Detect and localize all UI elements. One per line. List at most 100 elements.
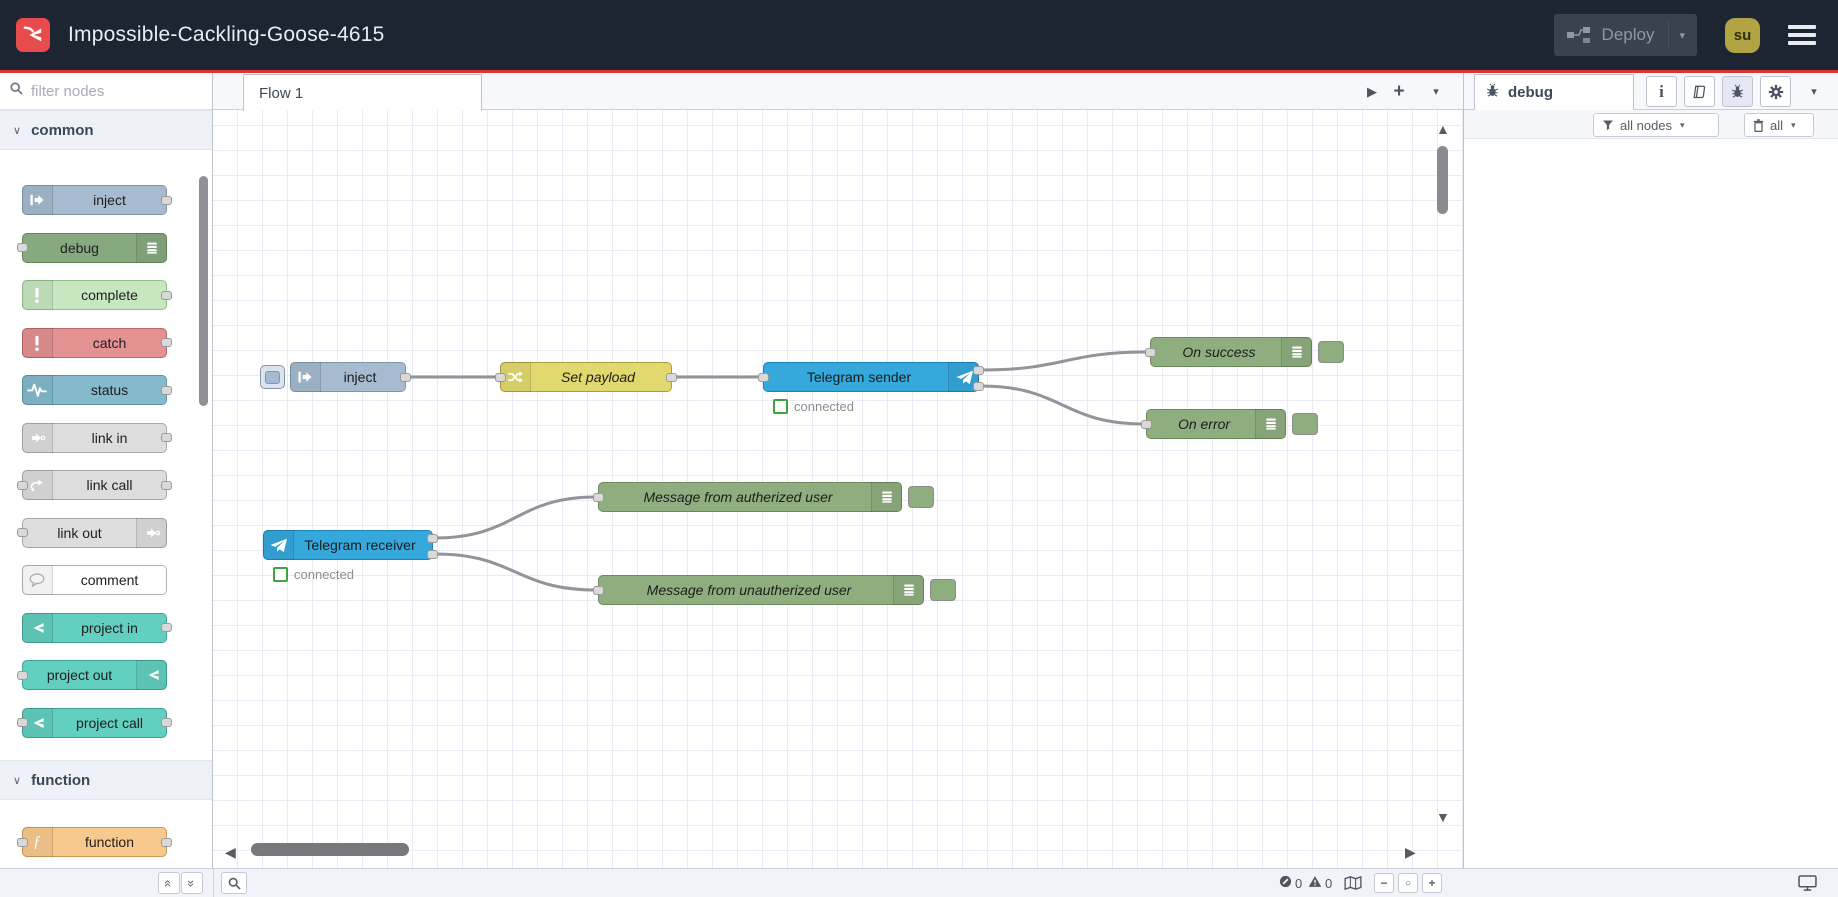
input-port[interactable] (17, 480, 28, 490)
output-port-1[interactable] (973, 365, 984, 375)
vertical-scrollbar[interactable] (1437, 146, 1448, 214)
debug-toggle-button[interactable] (1292, 413, 1318, 435)
footer: « » 0 0 − ○ + (0, 868, 1838, 897)
palette-collapse-all-button[interactable]: « (158, 872, 180, 894)
output-port[interactable] (161, 385, 172, 395)
flow-node-on-error[interactable]: On error (1141, 409, 1286, 439)
flow-node-msg-unauthorized[interactable]: Message from unautherized user (593, 575, 924, 605)
main-menu-button[interactable] (1788, 25, 1816, 45)
fullscreen-monitor-icon[interactable] (1798, 875, 1817, 896)
palette-node-catch[interactable]: catch (22, 327, 172, 358)
input-port[interactable] (17, 528, 28, 537)
input-port[interactable] (1141, 419, 1152, 429)
zoom-reset-button[interactable]: ○ (1398, 873, 1418, 893)
user-avatar[interactable]: su (1725, 17, 1760, 53)
input-port[interactable] (17, 837, 28, 847)
debug-toggle-button[interactable] (930, 579, 956, 601)
wire[interactable] (434, 552, 597, 592)
scroll-left-icon[interactable]: ◀ (225, 845, 236, 859)
zoom-out-button[interactable]: − (1374, 873, 1394, 893)
output-port[interactable] (666, 372, 677, 382)
input-port[interactable] (17, 718, 28, 727)
inject-button[interactable] (260, 365, 285, 389)
output-port[interactable] (161, 480, 172, 490)
logo-icon (23, 26, 42, 42)
page-title: Impossible-Cackling-Goose-4615 (68, 23, 385, 46)
input-port[interactable] (593, 492, 604, 502)
output-port-2[interactable] (973, 381, 984, 391)
deploy-dropdown-icon[interactable]: ▾ (1679, 29, 1685, 42)
tab-flow-1[interactable]: Flow 1 (243, 74, 482, 111)
tab-scroll-right-icon[interactable]: ▶ (1361, 73, 1383, 110)
flow-node-on-success[interactable]: On success (1145, 337, 1312, 367)
wire[interactable] (980, 384, 1145, 426)
config-tab-button[interactable] (1760, 76, 1791, 107)
flow-node-msg-authorized[interactable]: Message from autherized user (593, 482, 902, 512)
flow-list-dropdown-icon[interactable]: ▾ (1425, 73, 1447, 110)
debug-toggle-button[interactable] (1318, 341, 1344, 363)
palette-search[interactable]: filter nodes (0, 73, 212, 110)
flow-canvas[interactable]: inject Set payload Telegram sender connecte… (213, 110, 1463, 868)
palette-node-link-out[interactable]: link out (17, 517, 167, 548)
input-port[interactable] (758, 372, 769, 382)
palette-node-debug[interactable]: debug (17, 232, 167, 263)
input-port[interactable] (17, 243, 28, 252)
search-flows-button[interactable] (221, 872, 247, 894)
output-port[interactable] (400, 372, 411, 382)
palette-category-function[interactable]: ∨ function (0, 760, 212, 800)
palette-node-link-in[interactable]: link in (22, 422, 172, 453)
palette-node-status[interactable]: status (22, 375, 172, 405)
flow-node-set-payload[interactable]: Set payload (495, 362, 677, 392)
debug-clear-button[interactable]: all ▾ (1744, 113, 1814, 137)
output-port[interactable] (161, 290, 172, 300)
debug-filter-button[interactable]: all nodes ▾ (1593, 113, 1719, 137)
output-port-2[interactable] (427, 549, 438, 559)
scroll-down-icon[interactable]: ▼ (1436, 810, 1450, 824)
project-icon (22, 612, 53, 643)
palette-node-project-in[interactable]: project in (22, 612, 172, 643)
flow-node-telegram-sender[interactable]: Telegram sender (758, 362, 984, 392)
input-port[interactable] (1145, 347, 1156, 357)
flow-node-inject[interactable]: inject (290, 362, 411, 392)
palette-node-project-out[interactable]: project out (17, 660, 167, 690)
flow-tab-label: Flow 1 (259, 84, 304, 102)
warning-count: 0 (1325, 876, 1333, 891)
output-port[interactable] (161, 623, 172, 632)
add-flow-button[interactable]: + (1387, 73, 1411, 110)
sidebar-menu-icon[interactable]: ▾ (1802, 73, 1826, 110)
palette-node-link-call[interactable]: link call (17, 470, 172, 500)
output-port[interactable] (161, 433, 172, 442)
info-tab-button[interactable]: i (1646, 76, 1677, 107)
output-port[interactable] (161, 195, 172, 205)
palette-node-comment[interactable]: comment (22, 565, 167, 595)
input-port[interactable] (593, 585, 604, 595)
chevron-down-icon: ∨ (13, 774, 22, 787)
palette-node-function[interactable]: ƒ function (17, 827, 172, 857)
input-port[interactable] (495, 372, 506, 382)
input-port[interactable] (17, 670, 28, 680)
output-port-1[interactable] (427, 533, 438, 543)
debug-sidebar-button[interactable] (1722, 76, 1753, 107)
deploy-button[interactable]: Deploy ▾ (1553, 14, 1697, 56)
horizontal-scrollbar[interactable] (251, 843, 409, 856)
output-port[interactable] (161, 837, 172, 847)
output-port[interactable] (161, 338, 172, 347)
palette-node-inject[interactable]: inject (22, 185, 172, 215)
palette-scrollbar[interactable] (199, 176, 208, 406)
wire[interactable] (434, 495, 597, 540)
tab-debug[interactable]: debug (1474, 74, 1634, 110)
zoom-in-button[interactable]: + (1422, 873, 1442, 893)
palette-node-complete[interactable]: complete (22, 280, 172, 310)
navigator-map-icon[interactable] (1344, 875, 1362, 895)
help-tab-button[interactable] (1684, 76, 1715, 107)
flow-node-telegram-receiver[interactable]: Telegram receiver (263, 530, 438, 560)
output-port[interactable] (161, 718, 172, 727)
wire[interactable] (980, 350, 1149, 372)
palette-node-project-call[interactable]: project call (17, 707, 172, 738)
scroll-right-icon[interactable]: ▶ (1405, 845, 1416, 859)
exclamation-icon (22, 280, 53, 310)
scroll-up-icon[interactable]: ▲ (1436, 122, 1450, 136)
palette-category-common[interactable]: ∨ common (0, 110, 212, 150)
debug-toggle-button[interactable] (908, 486, 934, 508)
palette-expand-all-button[interactable]: » (181, 872, 203, 894)
